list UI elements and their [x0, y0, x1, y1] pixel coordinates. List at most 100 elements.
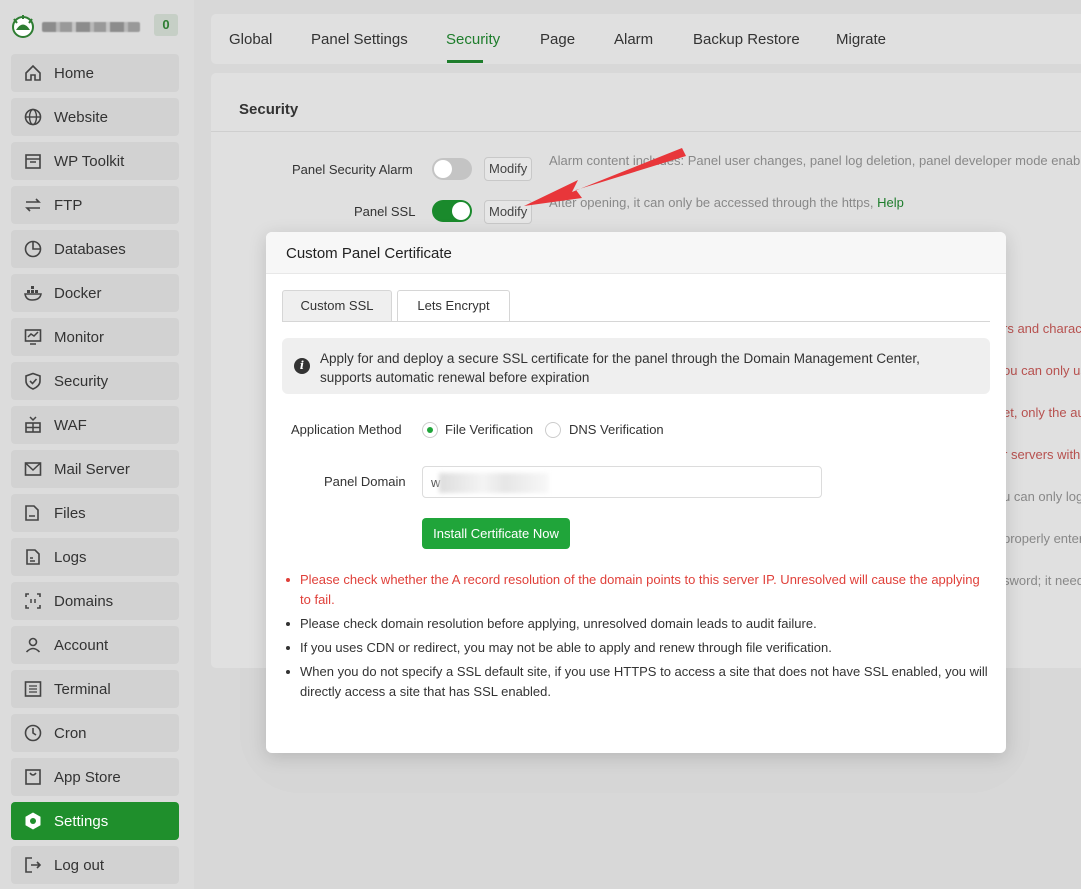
sidebar-item-waf[interactable]: WAF [11, 406, 179, 444]
panel-domain-label: Panel Domain [324, 474, 406, 489]
list-item: If you uses CDN or redirect, you may not… [286, 638, 990, 658]
panel-security-alarm-toggle[interactable] [432, 158, 472, 180]
sidebar-item-terminal[interactable]: Terminal [11, 670, 179, 708]
hidden-row-hint: rs and charac [1003, 321, 1081, 336]
sidebar-item-account[interactable]: Account [11, 626, 179, 664]
user-icon [25, 637, 41, 653]
sidebar-item-label: Domains [54, 592, 114, 610]
docker-icon [24, 286, 42, 301]
shield-icon [25, 372, 41, 390]
ssl-help-link[interactable]: Help [877, 195, 904, 210]
custom-panel-certificate-dialog: Custom Panel Certificate Custom SSL Lets… [266, 232, 1006, 753]
tab-global[interactable]: Global [229, 31, 272, 48]
panel-ssl-toggle[interactable] [432, 200, 472, 222]
sidebar-item-monitor[interactable]: Monitor [11, 318, 179, 356]
hidden-row-hint: u can only log [1003, 489, 1081, 504]
file-verification-label[interactable]: File Verification [445, 422, 533, 437]
panel-ssl-label: Panel SSL [354, 204, 416, 219]
sidebar-item-home[interactable]: Home [11, 54, 179, 92]
dns-verification-label[interactable]: DNS Verification [569, 422, 664, 437]
sidebar-item-logs[interactable]: Logs [11, 538, 179, 576]
sidebar-item-databases[interactable]: Databases [11, 230, 179, 268]
sidebar-item-app-store[interactable]: App Store [11, 758, 179, 796]
install-certificate-button[interactable]: Install Certificate Now [422, 518, 570, 549]
tab-backup-restore[interactable]: Backup Restore [693, 31, 800, 48]
sidebar-item-cron[interactable]: Cron [11, 714, 179, 752]
hidden-row-hint: et, only the au [1003, 405, 1081, 420]
monitor-icon [24, 329, 42, 345]
sidebar-item-ftp[interactable]: FTP [11, 186, 179, 224]
sidebar-item-label: Log out [54, 856, 105, 874]
panel-domain-input[interactable]: w o [422, 466, 822, 498]
hidden-row-hint: ou can only us [1003, 363, 1081, 378]
sidebar-item-label: Docker [54, 284, 102, 302]
mail-icon [24, 462, 42, 476]
tab-security[interactable]: Security [446, 31, 500, 48]
info-notice: i Apply for and deploy a secure SSL cert… [282, 338, 990, 394]
file-verification-radio[interactable] [422, 422, 438, 438]
settings-icon [25, 812, 41, 830]
notice-text: Apply for and deploy a secure SSL certif… [320, 351, 920, 385]
sidebar: 0 Home Website WP Toolkit FTP Databases Docke… [0, 0, 194, 889]
logout-icon [25, 857, 42, 873]
tab-alarm[interactable]: Alarm [614, 31, 653, 48]
brand-name-blurred [42, 22, 140, 32]
sidebar-item-website[interactable]: Website [11, 98, 179, 136]
tab-page[interactable]: Page [540, 31, 575, 48]
sidebar-item-label: Website [54, 108, 108, 126]
sidebar-item-domains[interactable]: Domains [11, 582, 179, 620]
notification-badge[interactable]: 0 [154, 14, 178, 36]
tab-panel-settings[interactable]: Panel Settings [311, 31, 408, 48]
tab-divider [282, 321, 990, 322]
panel-security-alarm-label: Panel Security Alarm [292, 162, 413, 177]
sidebar-item-label: Security [54, 372, 109, 390]
sidebar-item-label: WAF [54, 416, 87, 434]
redaction-blur [439, 473, 549, 493]
sidebar-item-wp-toolkit[interactable]: WP Toolkit [11, 142, 179, 180]
sidebar-item-security[interactable]: Security [11, 362, 179, 400]
sidebar-item-label: FTP [54, 196, 83, 214]
globe-icon [24, 108, 42, 126]
dns-verification-radio[interactable] [545, 422, 561, 438]
list-item: Please check domain resolution before ap… [286, 614, 990, 634]
sidebar-item-label: Terminal [54, 680, 111, 698]
clock-icon [24, 724, 42, 742]
brand: 0 [10, 10, 180, 42]
tab-lets-encrypt[interactable]: Lets Encrypt [397, 290, 510, 322]
hidden-row-hint: sword; it need [1003, 573, 1081, 588]
sidebar-item-label: Cron [54, 724, 87, 742]
sidebar-item-label: Home [54, 64, 95, 82]
logo-icon [12, 15, 34, 38]
card-divider [211, 131, 1081, 132]
logs-icon [26, 549, 40, 565]
hidden-row-hint: r servers with [1003, 447, 1081, 462]
sidebar-item-docker[interactable]: Docker [11, 274, 179, 312]
home-icon [25, 64, 41, 81]
folder-icon [25, 505, 39, 521]
tab-custom-ssl[interactable]: Custom SSL [282, 290, 392, 322]
hidden-row-hint: properly enter [1003, 531, 1081, 546]
ftp-icon [25, 198, 41, 212]
active-tab-indicator [447, 60, 483, 63]
sidebar-item-label: Databases [54, 240, 126, 258]
sidebar-item-label: Files [54, 504, 86, 522]
dialog-header: Custom Panel Certificate [266, 232, 1006, 274]
sidebar-item-label: Account [54, 636, 109, 654]
dialog-title: Custom Panel Certificate [286, 245, 452, 262]
sidebar-item-log-out[interactable]: Log out [11, 846, 179, 884]
sidebar-item-mail-server[interactable]: Mail Server [11, 450, 179, 488]
sidebar-item-label: App Store [54, 768, 121, 786]
sidebar-item-label: Settings [54, 812, 109, 830]
application-method-label: Application Method [291, 422, 402, 437]
info-icon: i [294, 358, 310, 374]
annotation-arrow-icon [524, 148, 686, 206]
sidebar-item-label: WP Toolkit [54, 152, 125, 170]
notes-list: Please check whether the A record resolu… [286, 570, 990, 706]
app-store-icon [25, 769, 41, 785]
domains-icon [25, 593, 41, 609]
tab-migrate[interactable]: Migrate [836, 31, 886, 48]
waf-icon [25, 416, 41, 433]
settings-tabbar: Global Panel Settings Security Page Alar… [211, 14, 1081, 64]
sidebar-item-settings[interactable]: Settings [11, 802, 179, 840]
sidebar-item-files[interactable]: Files [11, 494, 179, 532]
